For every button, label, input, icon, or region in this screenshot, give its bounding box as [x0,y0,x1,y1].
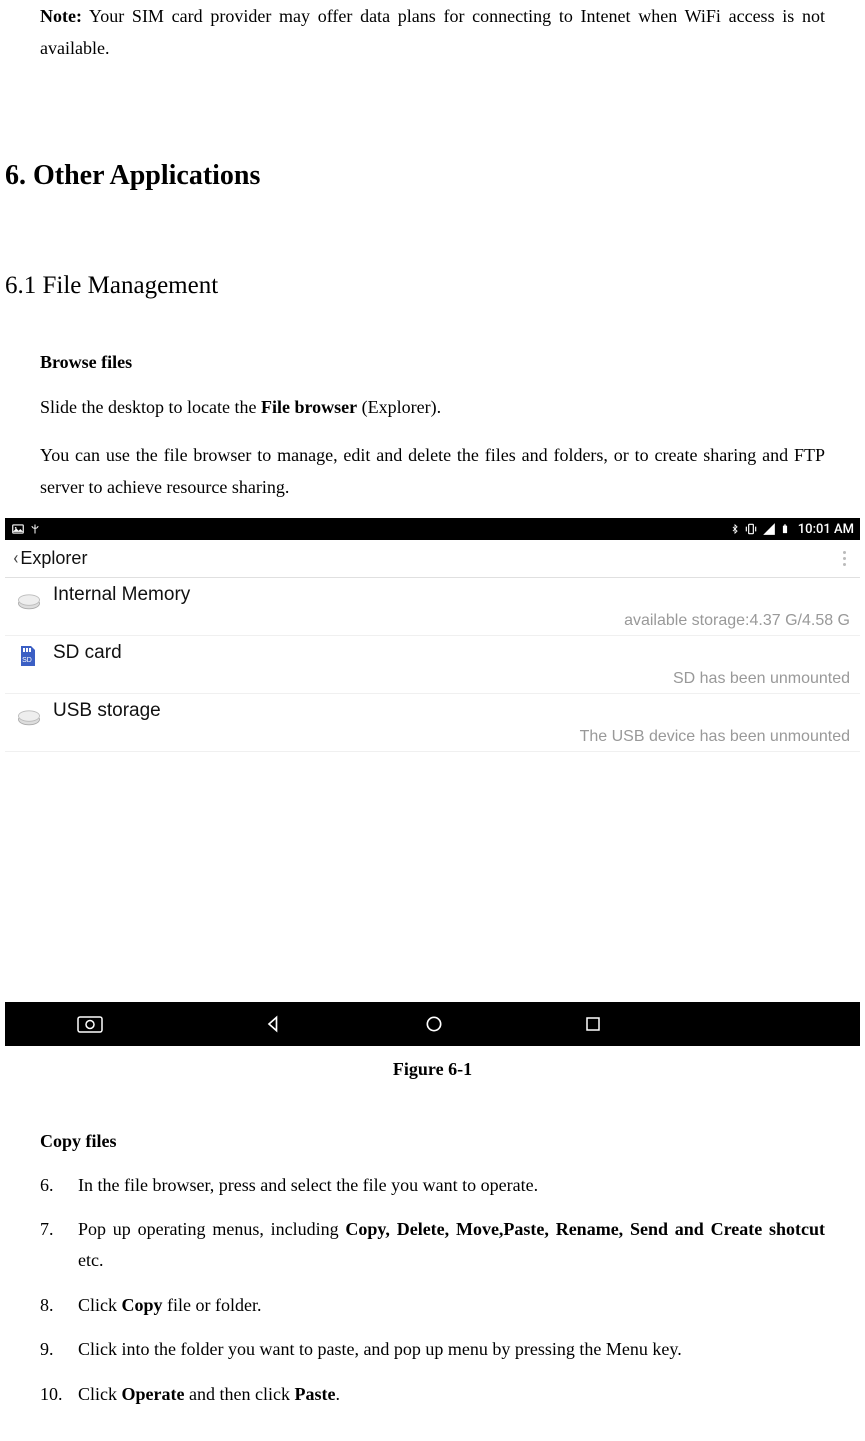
nav-home-icon[interactable] [424,1014,444,1034]
blank-area [5,752,860,1002]
svg-text:SD: SD [22,657,32,664]
back-chevron-icon[interactable]: ‹ [13,545,18,572]
storage-list: Internal Memory available storage:4.37 G… [5,578,860,751]
storage-label: USB storage [53,700,850,723]
list-item: 10. Click Operate and then click Paste. [40,1379,825,1410]
overflow-menu-icon[interactable] [836,547,852,570]
drive-icon [15,702,43,730]
explorer-screenshot: 10:01 AM ‹ Explorer Internal Memor [5,518,860,1045]
storage-item-internal[interactable]: Internal Memory available storage:4.37 G… [5,578,860,636]
figure-6-1: 10:01 AM ‹ Explorer Internal Memor [0,518,865,1045]
storage-sub: available storage:4.37 G/4.58 G [53,609,850,633]
note-label: Note: [40,6,82,26]
android-nav-bar [5,1002,860,1046]
battery-icon [780,522,790,536]
android-status-bar: 10:01 AM [5,518,860,540]
browse-files-heading: Browse files [0,349,865,376]
vibrate-icon [744,522,758,536]
list-item: 8. Click Copy file or folder. [40,1290,825,1321]
psi-icon [29,522,41,536]
section-heading: 6. Other Applications [0,155,865,197]
subsection-heading: 6.1 File Management [0,267,865,305]
appbar-title: Explorer [20,545,836,572]
list-item: 7. Pop up operating menus, including Cop… [40,1214,825,1275]
storage-label: SD card [53,642,850,665]
nav-recent-icon[interactable] [584,1015,602,1033]
storage-sub: The USB device has been unmounted [53,725,850,749]
sd-card-icon: SD [15,644,43,672]
note-paragraph: Note: Your SIM card provider may offer d… [0,0,865,65]
signal-icon [762,522,776,536]
storage-item-sd[interactable]: SD SD card SD has been unmounted [5,636,860,694]
image-icon [11,522,25,536]
nav-back-icon[interactable] [264,1014,284,1034]
list-item: 9. Click into the folder you want to pas… [40,1334,825,1365]
storage-label: Internal Memory [53,584,850,607]
browse-p1: Slide the desktop to locate the File bro… [0,391,865,423]
bluetooth-icon [730,522,740,536]
explorer-appbar: ‹ Explorer [5,540,860,578]
note-text: Your SIM card provider may offer data pl… [40,6,825,58]
drive-icon [15,586,43,614]
storage-item-usb[interactable]: USB storage The USB device has been unmo… [5,694,860,752]
camera-icon[interactable] [77,1014,103,1034]
figure-caption: Figure 6-1 [0,1056,865,1083]
status-clock: 10:01 AM [798,520,854,540]
storage-sub: SD has been unmounted [53,667,850,691]
copy-files-heading: Copy files [0,1128,865,1155]
browse-p2: You can use the file browser to manage, … [0,439,865,504]
list-item: 6. In the file browser, press and select… [40,1170,825,1201]
copy-steps-list: 6. In the file browser, press and select… [0,1170,865,1410]
